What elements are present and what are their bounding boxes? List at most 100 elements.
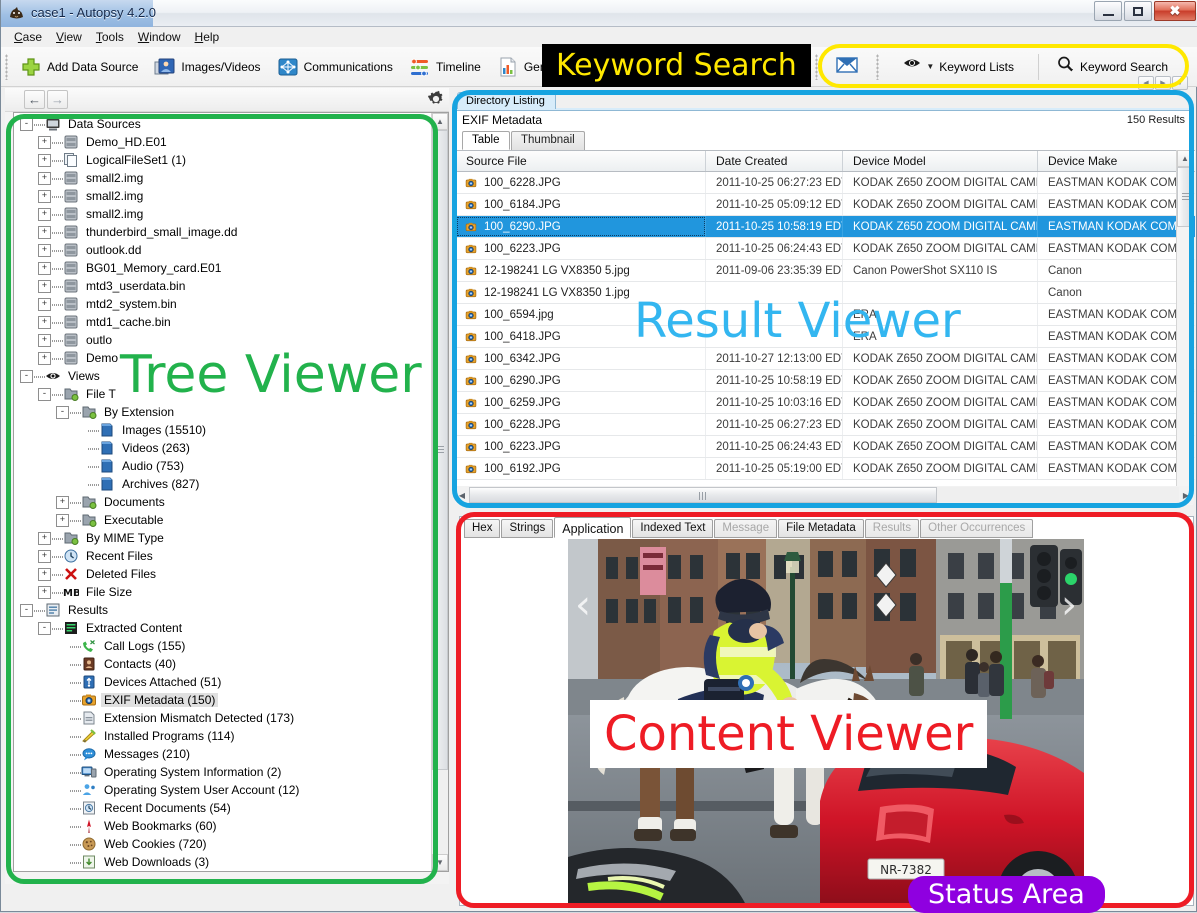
tree-item-messages-210[interactable]: Messages (210) <box>14 745 432 763</box>
keyword-lists-button[interactable]: ▼ Keyword Lists <box>883 53 1034 81</box>
maximize-button[interactable] <box>1124 1 1152 21</box>
expand-toggle-icon[interactable]: + <box>38 586 51 599</box>
tree-item-web-cookies-720[interactable]: Web Cookies (720) <box>14 835 432 853</box>
images-videos-button[interactable]: Images/Videos <box>146 53 268 81</box>
tree-item-archives-827[interactable]: Archives (827) <box>14 475 432 493</box>
tree-item-devices-attached-51[interactable]: Devices Attached (51) <box>14 673 432 691</box>
table-horizontal-scrollbar[interactable]: ◀ ▶ <box>455 486 1194 504</box>
table-scroll-up-button[interactable]: ▲ <box>1177 150 1193 167</box>
expand-toggle-icon[interactable]: + <box>38 298 51 311</box>
menu-case[interactable]: CCasease <box>7 28 49 46</box>
expand-toggle-icon[interactable]: + <box>38 334 51 347</box>
expand-toggle-icon[interactable]: + <box>38 244 51 257</box>
tree-item-views[interactable]: -Views <box>14 367 432 385</box>
communications-button[interactable]: Communications <box>269 53 401 81</box>
expand-toggle-icon[interactable]: + <box>38 280 51 293</box>
tab-table[interactable]: Table <box>462 131 510 150</box>
tree-item-audio-753[interactable]: Audio (753) <box>14 457 432 475</box>
table-row[interactable]: 12-198241 LG VX8350 1.jpgCanon <box>456 282 1195 304</box>
tree-item-executable[interactable]: +Executable <box>14 511 432 529</box>
hscroll-thumb[interactable] <box>469 487 937 503</box>
tree-item-installed-programs-114[interactable]: Installed Programs (114) <box>14 727 432 745</box>
add-data-source-button[interactable]: Add Data Source <box>12 53 146 81</box>
expand-toggle-icon[interactable]: + <box>38 172 51 185</box>
toolbar-grip[interactable] <box>5 54 8 80</box>
table-row[interactable]: 100_6223.JPG2011-10-25 06:24:43 EDTKODAK… <box>456 436 1195 458</box>
tree-vertical-scrollbar[interactable]: ▲ ▼ <box>431 113 448 871</box>
menu-view[interactable]: View <box>49 28 89 46</box>
keyword-toolbar-grip[interactable] <box>815 54 818 80</box>
tree-item-extracted-content[interactable]: -Extracted Content <box>14 619 432 637</box>
content-tab-hex[interactable]: Hex <box>464 519 500 538</box>
tree-item-extension-mismatch-detected-173[interactable]: Extension Mismatch Detected (173) <box>14 709 432 727</box>
expand-toggle-icon[interactable]: + <box>56 514 69 527</box>
tree-item-contacts-40[interactable]: Contacts (40) <box>14 655 432 673</box>
tree-item-by-mime-type[interactable]: +By MIME Type <box>14 529 432 547</box>
tree-item-web-bookmarks-60[interactable]: Web Bookmarks (60) <box>14 817 432 835</box>
tree-item-images-15510[interactable]: Images (15510) <box>14 421 432 439</box>
tree-item-demo[interactable]: +Demo <box>14 349 432 367</box>
tree-item-logicalfileset1-1[interactable]: +LogicalFileSet1 (1) <box>14 151 432 169</box>
expand-toggle-icon[interactable]: + <box>56 496 69 509</box>
tab-list-dropdown-button[interactable]: ▼ <box>1172 76 1188 90</box>
column-header-source-file[interactable]: Source File <box>456 151 706 171</box>
expand-toggle-icon[interactable]: + <box>38 532 51 545</box>
tree-scroll-up-button[interactable]: ▲ <box>432 113 448 130</box>
table-row[interactable]: 100_6228.JPG2011-10-25 06:27:23 EDTKODAK… <box>456 172 1195 194</box>
collapse-toggle-icon[interactable]: - <box>56 406 69 419</box>
tab-scroll-right-button[interactable]: ▶ <box>1155 76 1171 90</box>
expand-toggle-icon[interactable]: + <box>38 226 51 239</box>
expand-toggle-icon[interactable]: + <box>38 352 51 365</box>
tree-item-small2-img[interactable]: +small2.img <box>14 187 432 205</box>
expand-toggle-icon[interactable]: + <box>38 262 51 275</box>
collapse-toggle-icon[interactable]: - <box>38 388 51 401</box>
tree-item-outlo[interactable]: +outlo <box>14 331 432 349</box>
collapse-toggle-icon[interactable]: - <box>20 604 33 617</box>
content-tab-application[interactable]: Application <box>554 517 631 538</box>
content-tab-indexed-text[interactable]: Indexed Text <box>632 519 713 538</box>
column-header-device-model[interactable]: Device Model <box>843 151 1038 171</box>
forward-button[interactable]: → <box>47 90 68 109</box>
hscroll-left-button[interactable]: ◀ <box>455 487 469 503</box>
collapse-toggle-icon[interactable]: - <box>20 118 33 131</box>
table-row[interactable]: 100_6184.JPG2011-10-25 05:09:12 EDTKODAK… <box>456 194 1195 216</box>
table-row[interactable]: 100_6192.JPG2011-10-25 05:19:00 EDTKODAK… <box>456 458 1195 480</box>
tree-item-mtd1-cache-bin[interactable]: +mtd1_cache.bin <box>14 313 432 331</box>
timeline-button[interactable]: Timeline <box>401 53 489 81</box>
tree-item-demo-hd-e01[interactable]: +Demo_HD.E01 <box>14 133 432 151</box>
table-body[interactable]: 100_6228.JPG2011-10-25 06:27:23 EDTKODAK… <box>456 172 1195 480</box>
menu-tools[interactable]: Tools <box>89 28 131 46</box>
tab-scroll-left-button[interactable]: ◀ <box>1138 76 1154 90</box>
tree-settings-button[interactable] <box>425 89 447 111</box>
content-tab-file-metadata[interactable]: File Metadata <box>778 519 864 538</box>
prev-image-arrow[interactable]: ‹ <box>572 575 594 635</box>
table-scroll-thumb[interactable] <box>1177 167 1193 227</box>
image-preview[interactable]: NR-7382 ‹ › <box>568 539 1084 905</box>
expand-toggle-icon[interactable]: + <box>38 568 51 581</box>
tree-scroll-down-button[interactable]: ▼ <box>432 854 448 871</box>
hscroll-right-button[interactable]: ▶ <box>1179 487 1193 503</box>
tree-list[interactable]: -Data Sources+Demo_HD.E01+LogicalFileSet… <box>14 113 432 871</box>
tree-item-results[interactable]: -Results <box>14 601 432 619</box>
tree-item-file-t[interactable]: -File T <box>14 385 432 403</box>
tree-item-mtd3-userdata-bin[interactable]: +mtd3_userdata.bin <box>14 277 432 295</box>
expand-toggle-icon[interactable]: + <box>38 136 51 149</box>
email-messages-button[interactable] <box>822 53 872 81</box>
tree-item-data-sources[interactable]: -Data Sources <box>14 115 432 133</box>
back-button[interactable]: ← <box>24 90 45 109</box>
tree-item-call-logs-155[interactable]: Call Logs (155) <box>14 637 432 655</box>
expand-toggle-icon[interactable]: + <box>38 208 51 221</box>
tree-item-by-extension[interactable]: -By Extension <box>14 403 432 421</box>
tree-item-documents[interactable]: +Documents <box>14 493 432 511</box>
tab-directory-listing[interactable]: Directory Listing <box>457 92 556 109</box>
table-vertical-scrollbar[interactable]: ▲ <box>1176 150 1193 505</box>
collapse-toggle-icon[interactable]: - <box>20 370 33 383</box>
keyword-lists-grip[interactable] <box>876 54 879 80</box>
tree-item-recent-files[interactable]: +Recent Files <box>14 547 432 565</box>
tree-item-exif-metadata-150[interactable]: EXIF Metadata (150) <box>14 691 432 709</box>
table-row[interactable]: 100_6228.JPG2011-10-25 06:27:23 EDTKODAK… <box>456 414 1195 436</box>
tree-item-videos-263[interactable]: Videos (263) <box>14 439 432 457</box>
tree-item-deleted-files[interactable]: +Deleted Files <box>14 565 432 583</box>
tab-thumbnail[interactable]: Thumbnail <box>511 131 585 150</box>
collapse-toggle-icon[interactable]: - <box>38 622 51 635</box>
